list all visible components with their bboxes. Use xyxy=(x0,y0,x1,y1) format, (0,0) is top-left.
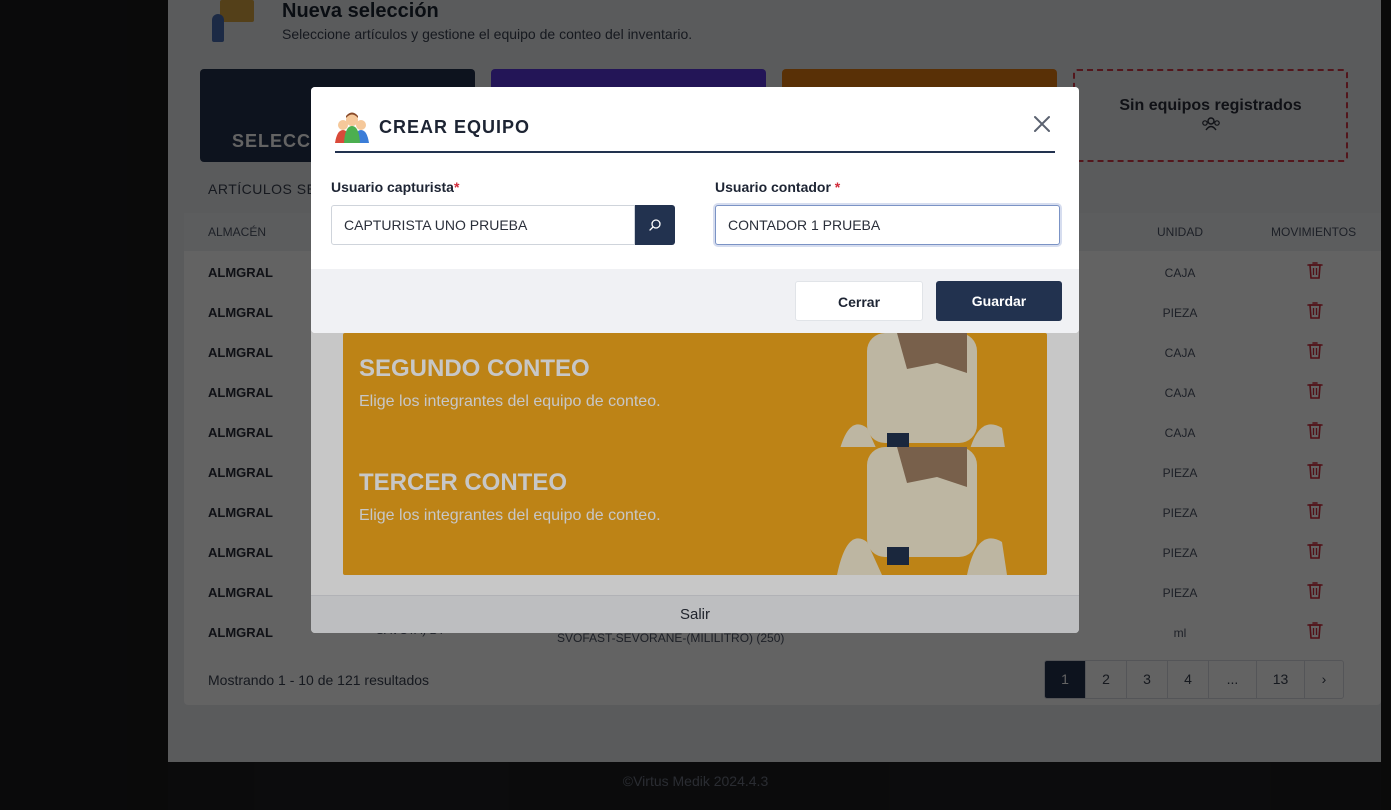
required-mark: * xyxy=(453,179,460,195)
required-mark: * xyxy=(834,179,841,195)
team-icon xyxy=(335,112,369,143)
search-icon xyxy=(649,219,661,231)
capturista-input[interactable]: CAPTURISTA UNO PRUEBA xyxy=(331,205,635,245)
capturista-input-group: CAPTURISTA UNO PRUEBA xyxy=(331,205,675,245)
contador-label: Usuario contador * xyxy=(715,179,841,195)
modal-footer: Cerrar Guardar xyxy=(311,269,1079,333)
create-team-modal: CREAR EQUIPO Usuario capturista* CAPTURI… xyxy=(311,87,1079,333)
capturista-label: Usuario capturista* xyxy=(331,179,460,195)
contador-input[interactable]: CONTADOR 1 PRUEBA xyxy=(715,205,1060,245)
close-button[interactable]: Cerrar xyxy=(795,281,923,321)
save-button[interactable]: Guardar xyxy=(936,281,1062,321)
modal-title: CREAR EQUIPO xyxy=(379,117,531,137)
close-icon[interactable] xyxy=(1029,111,1055,137)
modal-header: CREAR EQUIPO xyxy=(335,109,1055,153)
search-button[interactable] xyxy=(635,205,675,245)
